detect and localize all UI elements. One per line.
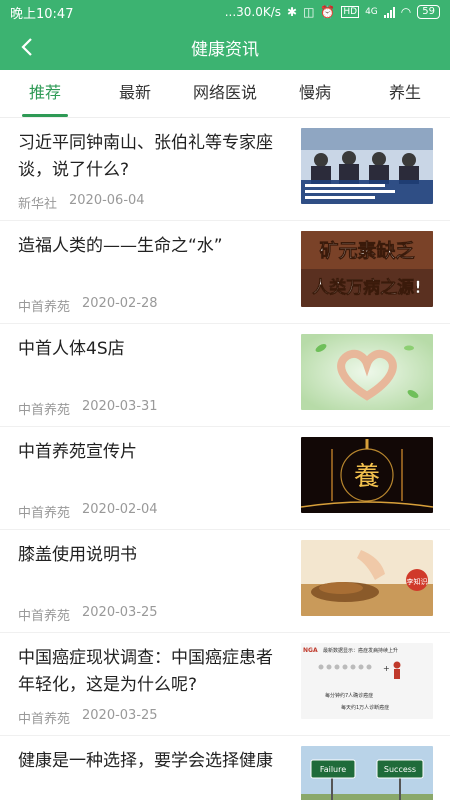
cancer-stat-minute: 每分钟约7人确诊癌症	[325, 692, 373, 699]
failure-sign: Failure	[320, 765, 346, 774]
success-sign: Success	[384, 765, 416, 774]
network-type: 4G	[365, 7, 378, 17]
news-item[interactable]: 习近平同钟南山、张伯礼等专家座谈，说了什么? 新华社 2020-06-04	[0, 118, 450, 221]
chevron-left-icon	[21, 38, 32, 56]
news-source: 中首养苑	[18, 609, 71, 624]
tab-recommended[interactable]: 推荐	[0, 70, 90, 117]
news-title: 造福人类的——生命之“水”	[18, 236, 223, 256]
news-title: 膝盖使用说明书	[18, 545, 137, 565]
news-source: 中首养苑	[18, 300, 71, 315]
knee-stamp: 李知识	[407, 577, 428, 586]
news-text: 习近平同钟南山、张伯礼等专家座谈，说了什么? 新华社 2020-06-04	[18, 130, 283, 218]
tab-chronic-disease[interactable]: 慢病	[270, 70, 360, 117]
news-source: 中首养苑	[18, 506, 71, 521]
news-thumbnail-road-signs: Failure Success	[301, 746, 433, 800]
news-list: 习近平同钟南山、张伯礼等专家座谈，说了什么? 新华社 2020-06-04 造福…	[0, 118, 450, 800]
news-title: 中首养苑宣传片	[18, 442, 137, 462]
mineral-headline: 矿元素缺乏	[319, 239, 414, 262]
yang-character: 養	[354, 462, 380, 492]
news-date: 2020-06-04	[69, 193, 145, 208]
news-text: 中首人体4S店 中首养苑 2020-03-31	[18, 336, 283, 424]
network-speed: ...30.0K/s	[224, 5, 282, 19]
news-title: 习近平同钟南山、张伯礼等专家座谈，说了什么?	[18, 133, 273, 180]
mute-icon: ◫	[303, 5, 315, 19]
news-item[interactable]: 造福人类的——生命之“水” 中首养苑 2020-02-28 矿元素缺乏 人类万病…	[0, 221, 450, 324]
news-thumbnail-mineral: 矿元素缺乏 人类万病之源!	[301, 231, 433, 307]
tab-health-preservation[interactable]: 养生	[360, 70, 450, 117]
news-item[interactable]: 中首养苑宣传片 中首养苑 2020-02-04 養	[0, 427, 450, 530]
news-meta: 中首养苑 2020-03-25	[18, 605, 158, 624]
news-thumbnail-heart-hands	[301, 334, 433, 410]
news-title: 中国癌症现状调查：中国癌症患者年轻化，这是为什么呢?	[18, 648, 273, 695]
news-source: 中首养苑	[18, 403, 71, 418]
svg-text:+: +	[383, 664, 390, 673]
news-source: 中首养苑	[18, 712, 71, 727]
news-thumbnail-promo-video: 養	[301, 437, 433, 513]
news-title: 中首人体4S店	[18, 339, 125, 359]
cancer-tag: NGA	[303, 647, 318, 654]
back-button[interactable]	[12, 32, 42, 62]
status-icons: ...30.0K/s ✱ ◫ ⏰ HD 4G ◠ 59	[225, 5, 440, 19]
news-title: 健康是一种选择，要学会选择健康	[18, 751, 273, 771]
news-meta: 新华社 2020-06-04	[18, 193, 145, 212]
cancer-stat-day: 每天约1万人诊断癌症	[341, 704, 389, 711]
tab-latest[interactable]: 最新	[90, 70, 180, 117]
alarm-icon: ⏰	[320, 5, 336, 19]
news-meta: 中首养苑 2020-02-28	[18, 296, 158, 315]
news-item[interactable]: 健康是一种选择，要学会选择健康 Failure Success	[0, 736, 450, 800]
news-item[interactable]: 中国癌症现状调查：中国癌症患者年轻化，这是为什么呢? 中首养苑 2020-03-…	[0, 633, 450, 736]
news-thumbnail-cancer-stats: NGA 最新数据显示：癌症发病持续上升 + 每分钟约7人确诊癌症 每天约1万人诊…	[301, 643, 433, 719]
news-source: 新华社	[18, 197, 58, 212]
news-text: 中首养苑宣传片 中首养苑 2020-02-04	[18, 439, 283, 527]
news-item[interactable]: 中首人体4S店 中首养苑 2020-03-31	[0, 324, 450, 427]
news-date: 2020-02-04	[82, 502, 158, 517]
page-title: 健康资讯	[191, 39, 259, 60]
news-date: 2020-03-25	[82, 605, 158, 620]
battery-icon: 59	[417, 5, 440, 19]
news-meta: 中首养苑 2020-02-04	[18, 502, 158, 521]
app-header: 健康资讯	[0, 24, 450, 70]
status-time: 晚上10:47	[10, 6, 74, 22]
news-date: 2020-02-28	[82, 296, 158, 311]
cancer-headline: 最新数据显示：癌症发病持续上升	[323, 647, 398, 654]
signal-icon	[383, 6, 395, 18]
news-text: 中国癌症现状调查：中国癌症患者年轻化，这是为什么呢? 中首养苑 2020-03-…	[18, 645, 283, 733]
category-tabs: 推荐 最新 网络医说 慢病 养生	[0, 70, 450, 118]
bluetooth-icon: ✱	[287, 5, 298, 19]
news-text: 膝盖使用说明书 中首养苑 2020-03-25	[18, 542, 283, 630]
news-date: 2020-03-25	[82, 708, 158, 723]
wifi-icon: ◠	[400, 5, 412, 19]
status-bar: 晚上10:47 ...30.0K/s ✱ ◫ ⏰ HD 4G ◠ 59	[0, 0, 450, 24]
news-thumbnail-meeting	[301, 128, 433, 204]
mineral-subline: 人类万病之源!	[312, 277, 422, 298]
news-thumbnail-herbs: 李知识	[301, 540, 433, 616]
news-text: 健康是一种选择，要学会选择健康	[18, 748, 283, 800]
news-item[interactable]: 膝盖使用说明书 中首养苑 2020-03-25 李知识	[0, 530, 450, 633]
hd-icon: HD	[341, 6, 360, 18]
tab-online-medical[interactable]: 网络医说	[180, 70, 270, 117]
news-meta: 中首养苑 2020-03-25	[18, 708, 158, 727]
news-date: 2020-03-31	[82, 399, 158, 414]
news-meta: 中首养苑 2020-03-31	[18, 399, 158, 418]
news-text: 造福人类的——生命之“水” 中首养苑 2020-02-28	[18, 233, 283, 321]
